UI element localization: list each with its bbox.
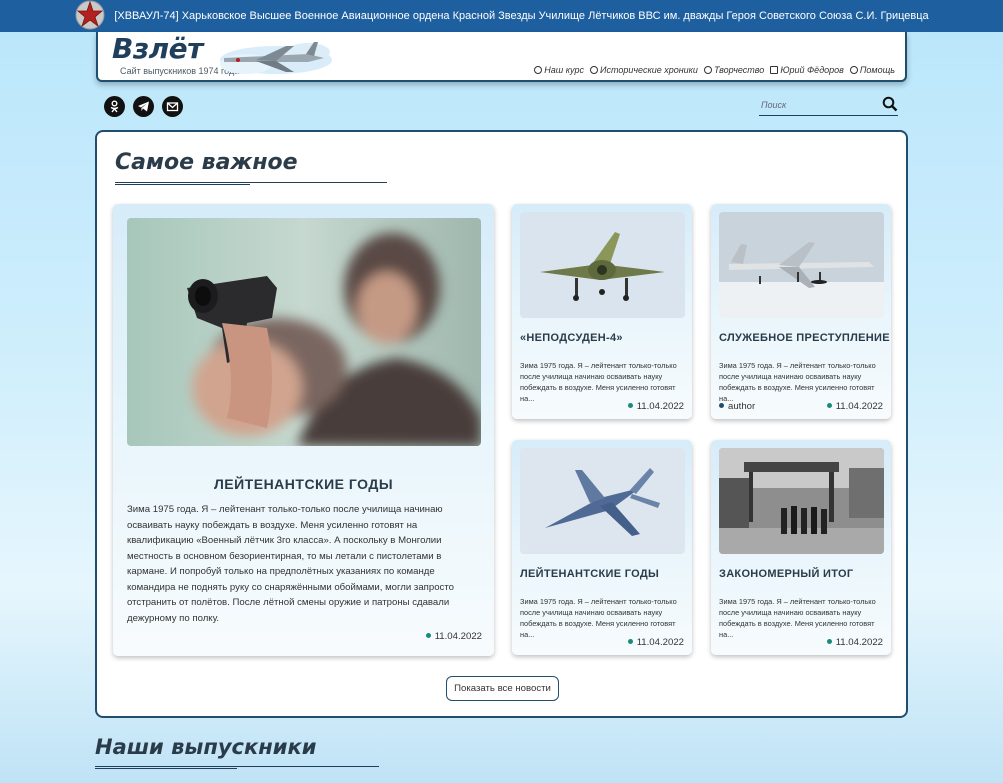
nav-help[interactable]: Помощь (849, 65, 895, 75)
nav-historical-chronicles[interactable]: Исторические хроники (590, 65, 698, 75)
title-underline (95, 768, 237, 769)
nav-label: Исторические хроники (600, 65, 698, 75)
nav-creativity[interactable]: Творчество (703, 65, 765, 75)
date-text: 11.04.2022 (636, 637, 684, 648)
title-underline (115, 182, 387, 183)
search-box (759, 95, 898, 116)
news-excerpt: Зима 1975 года. Я – лейтенант только-тол… (719, 361, 876, 403)
dot-icon (627, 402, 633, 408)
news-excerpt: Зима 1975 года. Я – лейтенант только-тол… (520, 597, 677, 639)
search-input[interactable] (759, 96, 874, 114)
nav-label: Творчество (713, 65, 765, 75)
social-links (104, 96, 183, 117)
nav-label: Юрий Фёдоров (780, 65, 844, 75)
news-date: 11.04.2022 (826, 637, 883, 648)
featured-date: 11.04.2022 (425, 631, 482, 642)
email-icon[interactable] (162, 96, 183, 117)
telegram-icon[interactable] (133, 96, 154, 117)
date-text: 11.04.2022 (636, 401, 684, 412)
top-banner: [ХВВАУЛ-74] Харьковское Высшее Военное А… (0, 0, 1003, 32)
title-underline (95, 766, 379, 767)
date-text: 11.04.2022 (835, 401, 883, 412)
main-nav: Наш курс Исторические хроники Творчество… (534, 65, 895, 75)
date-text: 11.04.2022 (434, 631, 482, 642)
nav-label: Помощь (859, 65, 895, 75)
featured-image (127, 218, 481, 446)
chat-icon (590, 66, 599, 74)
nav-label: Наш курс (544, 65, 585, 75)
section-title: Самое важное (115, 150, 298, 175)
show-all-news-button[interactable]: Показать все новости (446, 676, 559, 701)
title-underline (115, 184, 250, 185)
news-title[interactable]: СЛУЖЕБНОЕ ПРЕСТУПЛЕНИЕ (719, 332, 890, 344)
news-title[interactable]: «НЕПОДСУДЕН-4» (520, 332, 690, 344)
nav-yuri-fedorov[interactable]: Юрий Фёдоров (770, 65, 844, 75)
featured-excerpt: Зима 1975 года. Я – лейтенант только-тол… (127, 504, 454, 624)
news-card[interactable]: «НЕПОДСУДЕН-4» Зима 1975 года. Я – лейте… (512, 204, 692, 419)
dot-icon (719, 402, 724, 408)
dot-icon (826, 638, 832, 644)
date-text: 11.04.2022 (835, 637, 883, 648)
site-header: Взлёт Сайт выпускников 1974 года Наш кур… (96, 32, 907, 82)
news-image (719, 448, 884, 554)
news-date: 11.04.2022 (627, 637, 684, 648)
news-title[interactable]: ЛЕЙТЕНАНТСКИЕ ГОДЫ (520, 568, 690, 580)
red-star-icon (74, 0, 106, 30)
news-card[interactable]: ЗАКОНОМЕРНЫЙ ИТОГ Зима 1975 года. Я – ле… (711, 440, 891, 655)
featured-news-card[interactable]: ЛЕЙТЕНАНТСКИЕ ГОДЫ Зима 1975 года. Я – л… (113, 204, 494, 656)
news-image (520, 448, 685, 554)
news-image (520, 212, 685, 318)
news-date: 11.04.2022 (826, 401, 883, 412)
news-title[interactable]: ЗАКОНОМЕРНЫЙ ИТОГ (719, 568, 889, 580)
news-card[interactable]: СЛУЖЕБНОЕ ПРЕСТУПЛЕНИЕ Зима 1975 года. Я… (711, 204, 891, 419)
news-card[interactable]: ЛЕЙТЕНАНТСКИЕ ГОДЫ Зима 1975 года. Я – л… (512, 440, 692, 655)
dot-icon (425, 632, 431, 638)
featured-title[interactable]: ЛЕЙТЕНАНТСКИЕ ГОДЫ (113, 476, 494, 492)
important-section: Самое важное ЛЕЙТЕНАНТСКИЕ ГОДЫ Зима 197… (95, 130, 908, 718)
news-image (719, 212, 884, 318)
brush-icon (703, 66, 712, 74)
graduates-section-title: Наши выпускники (95, 735, 317, 759)
search-icon[interactable] (882, 96, 898, 112)
dot-icon (627, 638, 633, 644)
help-icon (849, 66, 858, 74)
logo-plane-image (220, 42, 332, 74)
news-author[interactable]: author (719, 401, 755, 412)
site-logo[interactable]: Взлёт (112, 32, 203, 65)
dot-icon (826, 402, 832, 408)
odnoklassniki-icon[interactable] (104, 96, 125, 117)
news-excerpt: Зима 1975 года. Я – лейтенант только-тол… (520, 361, 677, 403)
doc-icon (770, 66, 779, 74)
author-text: author (728, 401, 756, 412)
circle-icon (534, 66, 543, 74)
news-date: 11.04.2022 (627, 401, 684, 412)
nav-our-course[interactable]: Наш курс (534, 65, 584, 75)
banner-title: [ХВВАУЛ-74] Харьковское Высшее Военное А… (114, 10, 929, 22)
news-excerpt: Зима 1975 года. Я – лейтенант только-тол… (719, 597, 876, 639)
